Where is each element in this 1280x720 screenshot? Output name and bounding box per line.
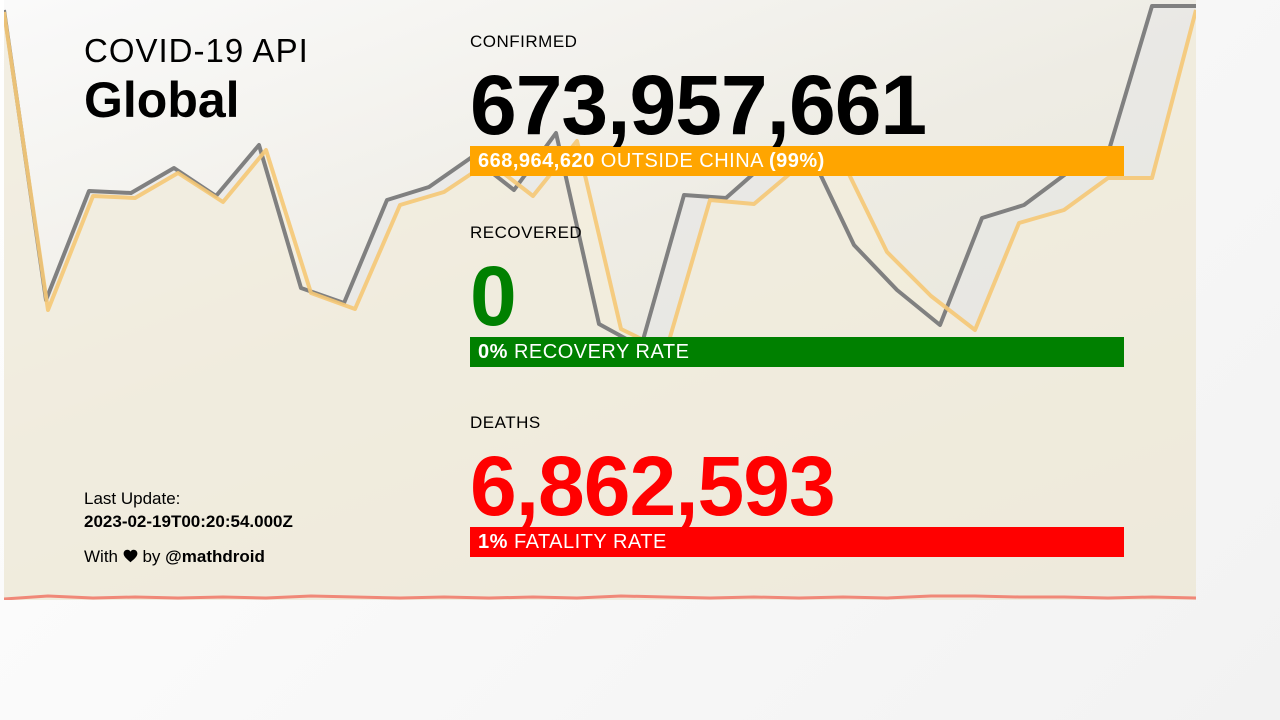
outside-china-value: 668,964,620: [478, 150, 595, 172]
last-update-label: Last Update:: [84, 489, 181, 508]
outside-china-text: OUTSIDE CHINA: [600, 150, 763, 172]
deaths-label: DEATHS: [470, 413, 541, 432]
scope-title: Global: [84, 72, 240, 128]
recovered-label: RECOVERED: [470, 223, 583, 242]
confirmed-value: 673,957,661: [470, 58, 927, 152]
recovery-rate-value: 0%: [478, 341, 508, 363]
confirmed-bar: 668,964,620 OUTSIDE CHINA (99%): [470, 146, 1124, 176]
heart-icon: [123, 547, 138, 569]
confirmed-label: CONFIRMED: [470, 32, 578, 51]
deaths-value: 6,862,593: [470, 439, 836, 533]
fatality-rate-value: 1%: [478, 531, 508, 553]
recovered-bar: 0% RECOVERY RATE: [470, 337, 1124, 367]
credit-line: With by @mathdroid: [84, 546, 293, 569]
confirmed-stat: CONFIRMED 673,957,661 668,964,620 OUTSID…: [470, 32, 1124, 176]
recovered-stat: RECOVERED 0 0% RECOVERY RATE: [470, 223, 1124, 367]
title-block: COVID-19 API Global: [84, 32, 309, 130]
credit-with: With: [84, 547, 118, 566]
last-update-timestamp: 2023-02-19T00:20:54.000Z: [84, 512, 293, 531]
fatality-rate-text: FATALITY RATE: [513, 531, 667, 553]
background-canvas: COVID-19 API Global Last Update: 2023-02…: [4, 0, 1196, 600]
credit-by: by: [142, 547, 161, 566]
footer-info: Last Update: 2023-02-19T00:20:54.000Z Wi…: [84, 488, 293, 569]
author-link[interactable]: @mathdroid: [165, 547, 265, 566]
deaths-stat: DEATHS 6,862,593 1% FATALITY RATE: [470, 413, 1124, 557]
recovered-value: 0: [470, 249, 517, 343]
api-title: COVID-19 API: [84, 32, 309, 69]
outside-china-percent: (99%): [768, 150, 825, 172]
recovery-rate-text: RECOVERY RATE: [513, 341, 690, 363]
